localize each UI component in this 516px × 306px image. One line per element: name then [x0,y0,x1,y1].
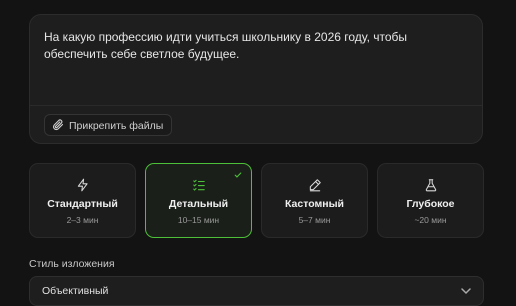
style-select[interactable]: Объективный [29,276,484,306]
mode-card-custom[interactable]: Кастомный 5–7 мин [261,163,368,238]
mode-time: 5–7 мин [298,215,331,225]
mode-title: Кастомный [284,198,345,210]
attach-files-button[interactable]: Прикрепить файлы [44,114,173,136]
prompt-divider [30,105,482,106]
mode-time: ~20 мин [414,215,447,225]
checklist-icon [193,179,205,191]
prompt-text[interactable]: На какую профессию идти учиться школьник… [44,29,464,63]
style-label: Стиль изложения [29,258,115,270]
style-select-value: Объективный [42,285,109,297]
mode-title: Стандартный [47,198,118,210]
mode-card-detailed[interactable]: Детальный 10–15 мин [145,163,252,238]
mode-card-deep[interactable]: Глубокое ~20 мин [377,163,484,238]
mode-selector: Стандартный 2–3 мин Детальный 10–15 мин … [29,163,485,239]
mode-card-standard[interactable]: Стандартный 2–3 мин [29,163,136,238]
attach-files-label: Прикрепить файлы [69,120,164,132]
chevron-down-icon [461,288,471,295]
pencil-icon [309,179,321,192]
check-icon [234,172,242,178]
flask-icon [425,179,437,192]
paperclip-icon [53,119,64,131]
prompt-card[interactable]: На какую профессию идти учиться школьник… [29,14,483,144]
mode-title: Глубокое [406,198,455,210]
mode-title: Детальный [168,198,229,210]
mode-time: 10–15 мин [177,215,220,225]
lightning-icon [77,178,88,192]
mode-time: 2–3 мин [66,215,99,225]
